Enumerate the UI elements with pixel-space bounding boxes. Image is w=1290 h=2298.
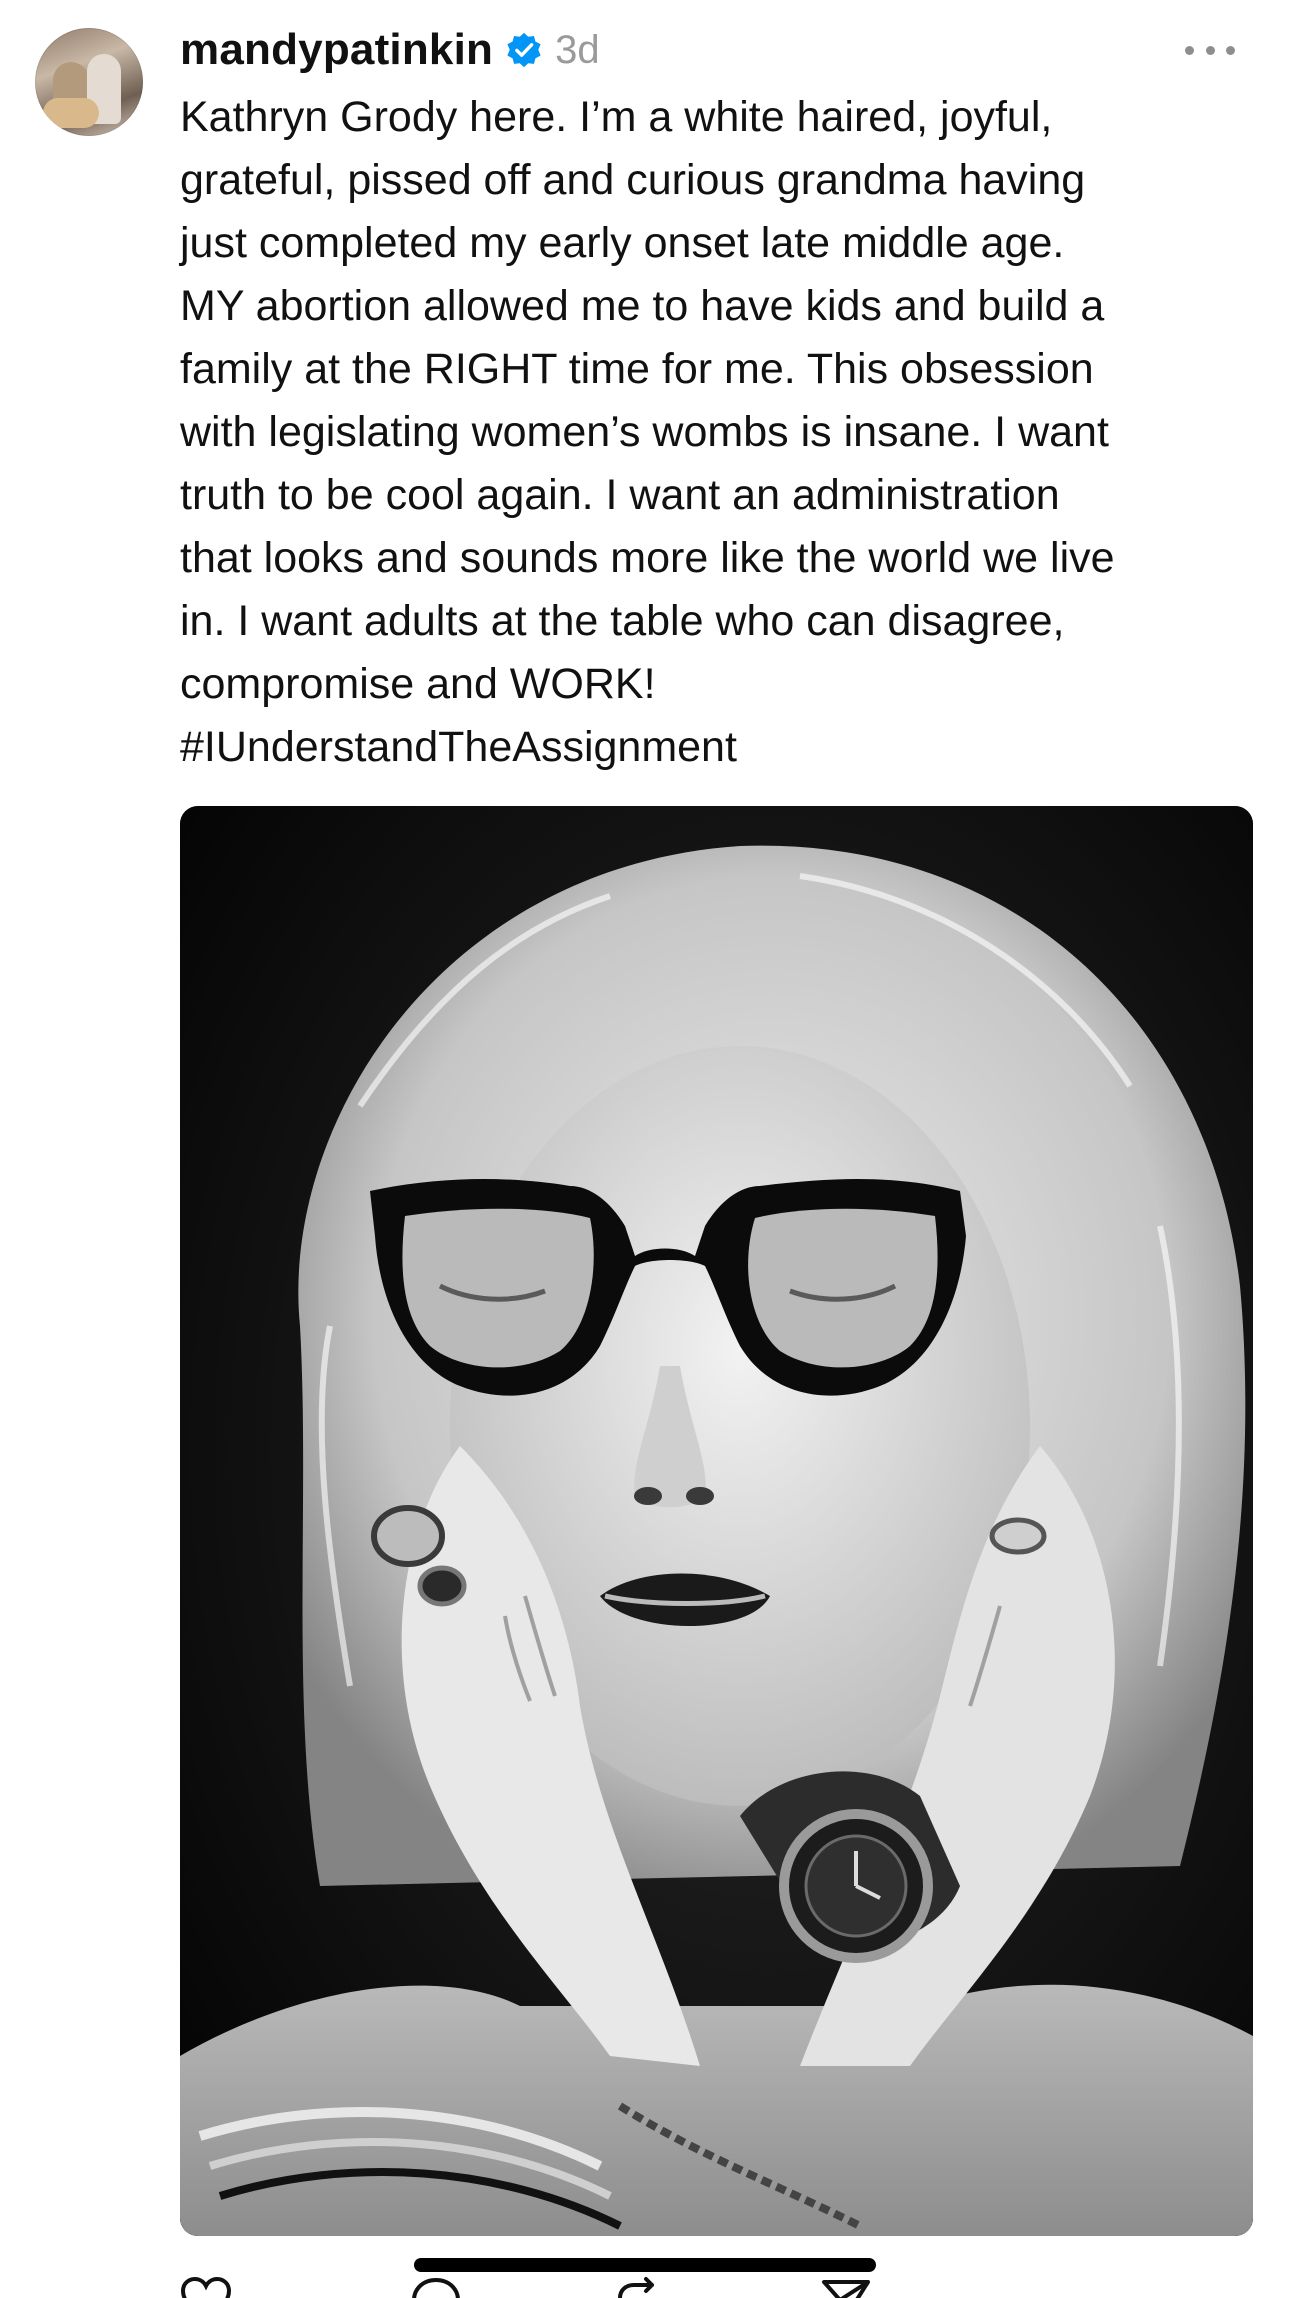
caption-line: in. I want adults at the table who can d… [180, 597, 1065, 645]
heart-icon [180, 2276, 232, 2298]
post-header: mandypatinkin 3d [180, 22, 600, 78]
repost-button[interactable] [610, 2276, 674, 2298]
avatar[interactable] [35, 28, 143, 136]
caption-line: just completed my early onset late middl… [180, 219, 1065, 267]
caption-line: Kathryn Grody here. I’m a white haired, … [180, 93, 1053, 141]
caption-line: that looks and sounds more like the worl… [180, 534, 1115, 582]
more-options-icon[interactable] [1185, 30, 1235, 70]
post-caption: Kathryn Grody here. I’m a white haired, … [180, 86, 1260, 779]
post-photo[interactable] [180, 806, 1253, 2236]
avatar-dog [43, 98, 99, 128]
caption-line: MY abortion allowed me to have kids and … [180, 282, 1105, 330]
caption-line: truth to be cool again. I want an admini… [180, 471, 1060, 519]
caption-line: grateful, pissed off and curious grandma… [180, 156, 1086, 204]
post: mandypatinkin 3d Kathryn Grody here. I’m… [0, 0, 1290, 2298]
home-indicator[interactable] [414, 2258, 876, 2272]
send-icon [822, 2280, 870, 2298]
post-timestamp: 3d [555, 27, 600, 72]
reply-button[interactable] [410, 2276, 474, 2298]
caption-line: with legislating women’s wombs is insane… [180, 408, 1109, 456]
portrait-illustration [180, 806, 1253, 2236]
username[interactable]: mandypatinkin [180, 25, 493, 75]
dot [1185, 45, 1194, 55]
hashtag-link[interactable]: #IUnderstandTheAssignment [180, 716, 1260, 779]
like-button[interactable] [180, 2276, 244, 2298]
caption-line: compromise and WORK! [180, 660, 656, 708]
post-actions [180, 2276, 1180, 2298]
comment-icon [412, 2277, 460, 2298]
dot [1226, 45, 1235, 55]
caption-line: family at the RIGHT time for me. This ob… [180, 345, 1094, 393]
repost-icon [618, 2277, 654, 2298]
share-button[interactable] [820, 2276, 884, 2298]
verified-badge-icon [505, 31, 543, 69]
dot [1205, 45, 1215, 55]
